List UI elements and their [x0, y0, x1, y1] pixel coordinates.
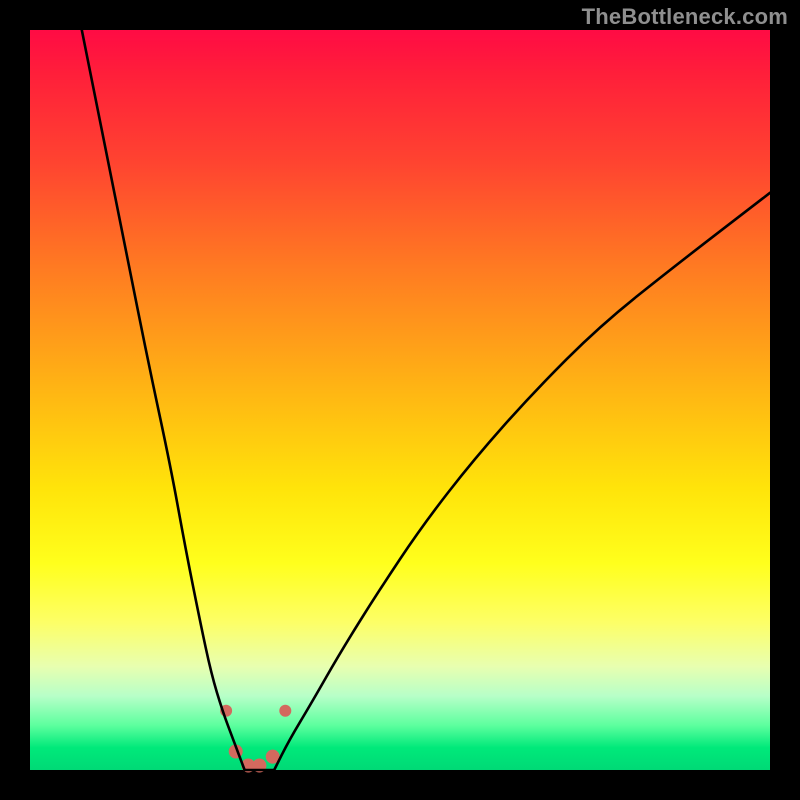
curve-right-branch	[274, 193, 770, 770]
plot-area	[30, 30, 770, 770]
curve-left-branch	[82, 30, 245, 770]
chart-frame: TheBottleneck.com	[0, 0, 800, 800]
chart-svg	[30, 30, 770, 770]
valley-marker	[279, 705, 291, 717]
watermark-text: TheBottleneck.com	[582, 4, 788, 30]
valley-markers	[220, 705, 291, 773]
